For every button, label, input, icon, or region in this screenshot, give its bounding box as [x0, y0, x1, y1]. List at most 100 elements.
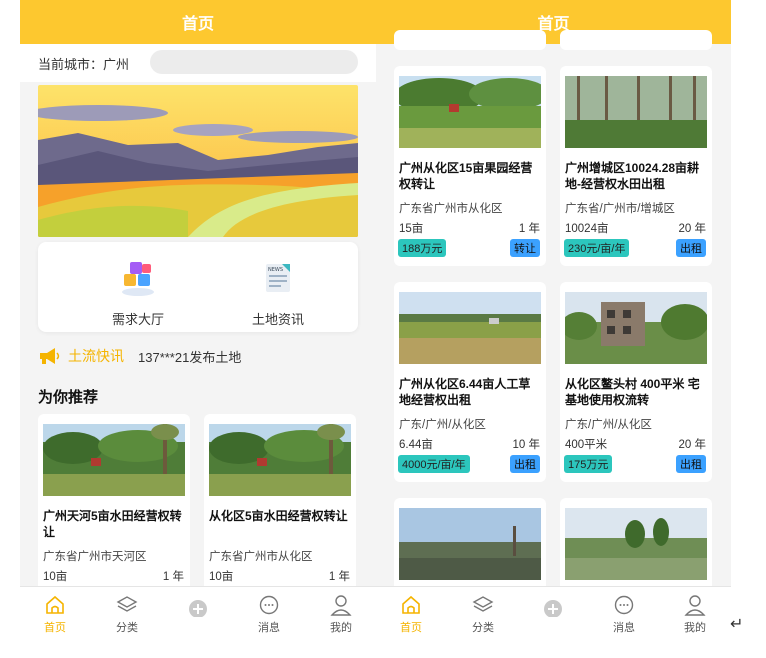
tab-category-label: 分类 [472, 622, 494, 634]
price-badge: 4000元/亩/年 [398, 455, 470, 473]
listing-area: 400平米 [565, 439, 608, 451]
price-badge: 230元/亩/年 [564, 239, 630, 257]
listing-card-partial[interactable] [394, 30, 546, 50]
tab-publish[interactable] [528, 593, 578, 619]
listing-photo [209, 424, 351, 496]
tab-messages-label: 消息 [613, 622, 635, 634]
transfer-type-badge: 出租 [676, 239, 706, 257]
listing-title: 广州增城区10024.28亩耕地-经营权水田出租 [565, 161, 700, 191]
home-icon [46, 595, 64, 614]
listing-card[interactable]: 广州天河5亩水田经营权转让 广东省广州市天河区 10亩 1 年 [38, 414, 190, 594]
tab-messages-label: 消息 [258, 622, 280, 634]
tab-home-label: 首页 [44, 622, 66, 634]
listing-card[interactable]: 广州从化区6.44亩人工草地经营权出租 广东/广州/从化区 6.44亩 10 年… [394, 282, 546, 482]
tab-category[interactable]: 分类 [102, 593, 152, 635]
right-phone-screen: 首页 广州从化区15亩果园经营权转让 广东省广州市从化区 15亩 1 年 188… [376, 0, 731, 640]
transfer-type-badge: 出租 [510, 455, 540, 473]
listing-photo [399, 508, 541, 580]
tab-profile-label: 我的 [330, 622, 352, 634]
news-icon: NEWS [266, 264, 290, 292]
listing-location: 广东省广州市从化区 [399, 203, 503, 215]
return-arrow-icon: ↵ [730, 616, 744, 633]
listing-title: 从化区5亩水田经营权转让 [209, 509, 348, 523]
megaphone-icon [40, 348, 60, 364]
listing-area: 10024亩 [565, 223, 609, 235]
listing-card[interactable] [394, 498, 546, 598]
transfer-type-badge: 出租 [676, 455, 706, 473]
tab-profile[interactable]: 我的 [670, 593, 720, 635]
chat-icon [614, 595, 634, 615]
listing-years: 20 年 [678, 439, 707, 451]
news-flash-title: 土流快讯 [68, 348, 124, 364]
cubes-icon [122, 262, 154, 296]
tab-messages[interactable]: 消息 [244, 593, 294, 635]
home-icon [402, 595, 420, 614]
demand-hall-label: 需求大厅 [111, 312, 164, 327]
listing-location: 广东省广州市从化区 [209, 551, 313, 563]
listing-years: 1 年 [328, 571, 350, 583]
listing-card[interactable] [560, 498, 712, 598]
page-title: 首页 [181, 16, 214, 33]
tab-profile-label: 我的 [684, 622, 706, 634]
layers-icon [116, 596, 138, 612]
tab-messages[interactable]: 消息 [599, 593, 649, 635]
tab-home[interactable]: 首页 [30, 593, 80, 635]
bottom-tab-bar: 首页 分类 消息 我的 [376, 586, 731, 640]
tab-category[interactable]: 分类 [458, 593, 508, 635]
plus-circle-icon [189, 600, 207, 617]
transfer-type-badge: 转让 [510, 239, 540, 257]
listing-years: 1 年 [518, 223, 540, 235]
city-row: 当前城市：广州 [20, 44, 376, 82]
banner-image[interactable] [38, 85, 358, 237]
listing-photo [399, 292, 541, 364]
listing-area: 6.44亩 [399, 439, 433, 451]
listing-years: 10 年 [512, 439, 541, 451]
listing-photo [565, 508, 707, 580]
news-flash-row[interactable]: 土流快讯 137***21发布土地 [38, 344, 241, 368]
quick-nav-card: 需求大厅 NEWS 土地资讯 [38, 242, 358, 332]
listing-location: 广东/广州/从化区 [399, 419, 486, 431]
user-icon [330, 595, 352, 616]
listing-location: 广东/广州/从化区 [565, 419, 652, 431]
listing-title: 广州从化区6.44亩人工草地经营权出租 [399, 377, 531, 407]
tab-profile[interactable]: 我的 [316, 593, 366, 635]
price-badge: 175万元 [564, 455, 613, 473]
listing-card[interactable]: 广州从化区15亩果园经营权转让 广东省广州市从化区 15亩 1 年 188万元 … [394, 66, 546, 266]
land-news-button[interactable]: NEWS 土地资讯 [218, 258, 338, 328]
listing-photo [565, 292, 707, 364]
listing-years: 1 年 [162, 571, 184, 583]
listing-photo [43, 424, 185, 496]
tab-home-label: 首页 [400, 622, 422, 634]
listing-location: 广东省广州市天河区 [43, 551, 147, 563]
demand-hall-button[interactable]: 需求大厅 [78, 258, 198, 328]
listing-years: 20 年 [678, 223, 707, 235]
price-badge: 188万元 [398, 239, 447, 257]
listing-location: 广东省/广州市/增城区 [565, 203, 675, 215]
landscape-illustration [38, 85, 358, 237]
listing-title: 从化区鳌头村 400平米 宅基地使用权流转 [565, 377, 700, 407]
listing-card-partial[interactable] [560, 30, 712, 50]
tab-category-label: 分类 [116, 622, 138, 634]
left-phone-screen: 首页 当前城市：广州 需求大厅 NEWS 土地资讯 土流快讯 137***21发… [20, 0, 376, 640]
listing-photo [399, 76, 541, 148]
listing-card[interactable]: 从化区5亩水田经营权转让 广东省广州市从化区 10亩 1 年 [204, 414, 356, 594]
header-bar: 首页 [20, 0, 376, 44]
current-city-label[interactable]: 当前城市：广州 [38, 54, 129, 73]
listing-card[interactable]: 广州增城区10024.28亩耕地-经营权水田出租 广东省/广州市/增城区 100… [560, 66, 712, 266]
bottom-tab-bar: 首页 分类 消息 我的 [20, 586, 376, 640]
search-input[interactable] [150, 50, 358, 74]
listing-area: 10亩 [43, 571, 68, 583]
user-icon [684, 595, 706, 616]
listing-photo [565, 76, 707, 148]
layers-icon [472, 596, 494, 612]
tab-publish[interactable] [173, 593, 223, 619]
recommend-heading: 为你推荐 [38, 389, 99, 406]
svg-text:NEWS: NEWS [268, 267, 283, 273]
listing-title: 广州天河5亩水田经营权转让 [43, 509, 182, 539]
listing-title: 广州从化区15亩果园经营权转让 [399, 161, 533, 191]
land-news-label: 土地资讯 [251, 312, 304, 327]
plus-circle-icon [544, 600, 562, 617]
listing-area: 10亩 [209, 571, 234, 583]
tab-home[interactable]: 首页 [386, 593, 436, 635]
listing-card[interactable]: 从化区鳌头村 400平米 宅基地使用权流转 广东/广州/从化区 400平米 20… [560, 282, 712, 482]
